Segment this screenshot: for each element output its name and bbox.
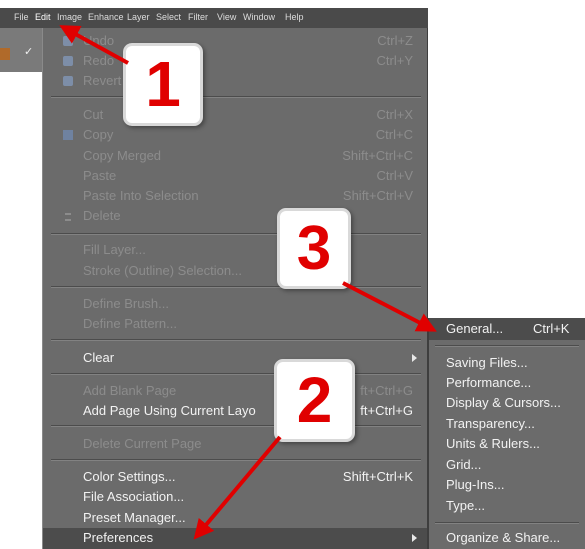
menu-view[interactable]: View (217, 11, 236, 23)
menu-item-copy-merged[interactable]: Copy Merged Shift+Ctrl+C (43, 146, 427, 166)
menu-item-fill-layer[interactable]: Fill Layer... (43, 240, 427, 260)
menu-bar: File Edit Image Enhance Layer Select Fil… (0, 8, 428, 28)
menu-item-define-brush[interactable]: Define Brush... (43, 294, 427, 314)
menu-item-label: Preferences (83, 530, 154, 545)
menu-item-stroke-selection[interactable]: Stroke (Outline) Selection... (43, 261, 427, 281)
menu-item-add-blank-page[interactable]: Add Blank Page ft+Ctrl+G (43, 381, 427, 401)
submenu-item-general[interactable]: General... (446, 320, 503, 338)
menu-item-label: Delete Current Page (83, 436, 202, 451)
revert-icon (63, 76, 73, 86)
menu-separator (435, 522, 579, 524)
submenu-arrow-icon (412, 534, 417, 542)
menu-separator (435, 345, 579, 347)
menu-help[interactable]: Help (285, 11, 304, 23)
menu-item-label: Define Pattern... (83, 316, 177, 331)
menu-edit[interactable]: Edit (35, 11, 51, 23)
step-3-callout: 3 (277, 208, 351, 289)
shortcut-label: Ctrl+V (376, 168, 413, 183)
step-1-callout: 1 (123, 43, 203, 126)
menu-item-label: Redo (83, 53, 115, 68)
menu-item-label: Define Brush... (83, 296, 169, 311)
menu-item-revert[interactable]: Revert (43, 71, 427, 91)
shortcut-label: Shift+Ctrl+K (342, 469, 413, 484)
menu-item-preferences[interactable]: Preferences (43, 528, 427, 548)
menu-item-undo[interactable]: Undo Ctrl+Z (43, 31, 427, 51)
submenu-item-saving-files[interactable]: Saving Files... (446, 354, 528, 372)
menu-item-label: Clear (83, 350, 115, 365)
menu-item-define-pattern[interactable]: Define Pattern... (43, 314, 427, 334)
undo-icon (63, 36, 73, 46)
menu-separator (51, 339, 421, 341)
menu-separator (51, 425, 421, 427)
menu-enhance[interactable]: Enhance (88, 11, 124, 23)
menu-item-copy[interactable]: Copy Ctrl+C (43, 125, 427, 145)
options-bar: ✓ (0, 28, 44, 72)
submenu-item-grid[interactable]: Grid... (446, 456, 481, 474)
menu-item-redo[interactable]: Redo Ctrl+Y (43, 51, 427, 71)
submenu-item-display-cursors[interactable]: Display & Cursors... (446, 394, 561, 412)
menu-item-label: Fill Layer... (83, 242, 146, 257)
delete-icon (65, 213, 71, 221)
submenu-item-type[interactable]: Type... (446, 497, 485, 515)
menu-item-label: Paste (83, 168, 117, 183)
step-2-callout: 2 (274, 359, 355, 442)
menu-separator (51, 373, 421, 375)
shortcut-label: Ctrl+Z (377, 33, 413, 48)
menu-separator (51, 233, 421, 235)
menu-item-label: Copy (83, 127, 114, 142)
menu-item-cut[interactable]: Cut Ctrl+X (43, 105, 427, 125)
menu-item-label: Add Blank Page (83, 383, 177, 398)
menu-item-delete-current-page[interactable]: Delete Current Page (43, 434, 427, 454)
menu-item-paste-into-selection[interactable]: Paste Into Selection Shift+Ctrl+V (43, 186, 427, 206)
menu-item-color-settings[interactable]: Color Settings... Shift+Ctrl+K (43, 467, 427, 487)
preferences-submenu: General... Ctrl+K Saving Files... Perfor… (428, 318, 585, 549)
menu-file[interactable]: File (14, 11, 29, 23)
menu-item-delete[interactable]: Delete (43, 206, 427, 226)
menu-item-label: Cut (83, 107, 104, 122)
shortcut-label: Shift+Ctrl+V (342, 188, 413, 203)
menu-item-add-page-using-current-layout[interactable]: Add Page Using Current Layo ft+Ctrl+G (43, 401, 427, 421)
shortcut-label: Shift+Ctrl+C (342, 148, 413, 163)
edit-menu: Undo Ctrl+Z Redo Ctrl+Y Revert Cut Ctrl+… (42, 28, 428, 549)
menu-layer[interactable]: Layer (127, 11, 150, 23)
submenu-item-organize-share[interactable]: Organize & Share... (446, 529, 560, 547)
menu-item-label: Delete (83, 208, 121, 223)
menu-image[interactable]: Image (57, 11, 82, 23)
checkmark-icon: ✓ (24, 45, 34, 58)
menu-item-label: Color Settings... (83, 469, 176, 484)
menu-separator (51, 96, 421, 98)
redo-icon (63, 56, 73, 66)
menu-select[interactable]: Select (156, 11, 181, 23)
menu-item-label: Preset Manager... (83, 510, 186, 525)
submenu-item-plug-ins[interactable]: Plug-Ins... (446, 476, 505, 494)
shortcut-label: Ctrl+K (533, 321, 570, 336)
shortcut-label: Ctrl+Y (376, 53, 413, 68)
submenu-arrow-icon (412, 354, 417, 362)
menu-item-label: Undo (83, 33, 115, 48)
menu-item-label: File Association... (83, 489, 185, 504)
menu-separator (51, 459, 421, 461)
tool-swatch (0, 48, 10, 60)
menu-separator (51, 286, 421, 288)
submenu-item-performance[interactable]: Performance... (446, 374, 531, 392)
shortcut-label: ft+Ctrl+G (360, 403, 413, 418)
shortcut-label: Ctrl+C (375, 127, 413, 142)
copy-icon (63, 130, 73, 140)
menu-filter[interactable]: Filter (188, 11, 208, 23)
shortcut-label: Ctrl+X (376, 107, 413, 122)
submenu-item-transparency[interactable]: Transparency... (446, 415, 535, 433)
menu-item-label: Copy Merged (83, 148, 162, 163)
menu-item-label: Revert (83, 73, 122, 88)
menu-window[interactable]: Window (243, 11, 275, 23)
menu-item-label: Stroke (Outline) Selection... (83, 263, 242, 278)
submenu-item-units-rulers[interactable]: Units & Rulers... (446, 435, 540, 453)
menu-item-paste[interactable]: Paste Ctrl+V (43, 166, 427, 186)
menu-item-label: Add Page Using Current Layo (83, 403, 256, 418)
menu-item-preset-manager[interactable]: Preset Manager... (43, 508, 427, 528)
menu-item-clear[interactable]: Clear (43, 348, 427, 368)
shortcut-label: ft+Ctrl+G (360, 383, 413, 398)
menu-item-label: Paste Into Selection (83, 188, 199, 203)
menu-item-file-association[interactable]: File Association... (43, 487, 427, 507)
